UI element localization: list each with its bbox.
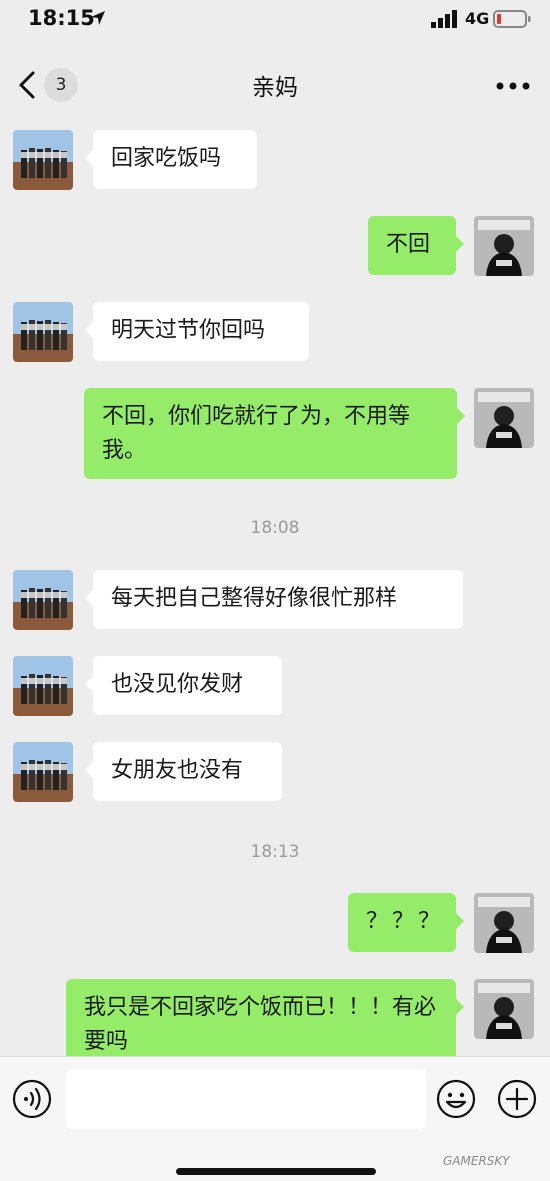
message-bubble-outgoing[interactable]: ？？？ [348,893,464,952]
input-bar: GAMERSKY [0,1056,550,1181]
contact-avatar[interactable] [13,570,73,630]
plus-icon[interactable] [497,1079,537,1119]
contact-avatar[interactable] [13,656,73,716]
contact-avatar[interactable] [13,130,73,190]
message-bubble-incoming[interactable]: 明天过节你回吗 [85,302,309,361]
more-dots-icon[interactable] [495,81,531,91]
timestamp: 18:08 [250,518,300,538]
timestamp: 18:13 [250,842,300,862]
message-bubble-incoming[interactable]: 女朋友也没有 [85,742,282,801]
my-avatar[interactable] [474,388,534,448]
contact-avatar[interactable] [13,742,73,802]
contact-avatar[interactable] [13,302,73,362]
emoji-icon[interactable] [436,1079,476,1119]
signal-icon [431,10,457,28]
location-arrow-icon [91,11,105,25]
status-bar: 18:15 4G [0,0,550,40]
my-avatar[interactable] [474,893,534,953]
home-indicator[interactable] [176,1168,376,1175]
voice-icon[interactable] [12,1079,52,1119]
network-label: 4G [465,9,490,28]
status-time: 18:15 [28,6,95,30]
my-avatar[interactable] [474,979,534,1039]
message-bubble-incoming[interactable]: 也没见你发财 [85,656,282,715]
message-bubble-incoming[interactable]: 回家吃饭吗 [85,130,257,189]
watermark: GAMERSKY [443,1154,510,1168]
message-bubble-incoming[interactable]: 每天把自己整得好像很忙那样 [85,570,463,629]
message-bubble-outgoing[interactable]: 不回，你们吃就行了为，不用等我。 [84,388,465,479]
battery-icon [493,10,531,28]
nav-bar: 3 亲妈 [0,48,550,118]
message-input[interactable] [66,1069,426,1129]
chat-title: 亲妈 [252,75,298,101]
my-avatar[interactable] [474,216,534,276]
chat-screen: 18:15 4G 3 亲妈 回家吃饭吗 不回 明天过节你回吗 不回，你们吃就行了… [0,0,550,1181]
message-bubble-outgoing[interactable]: 不回 [368,216,464,275]
